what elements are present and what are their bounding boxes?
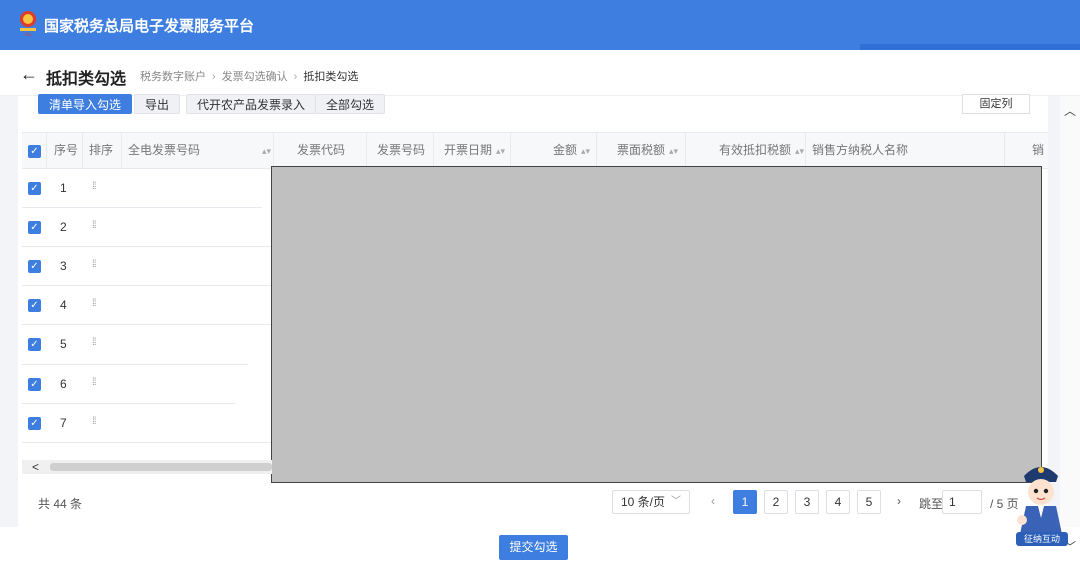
- column-header-invoice-no: 发票号码: [377, 143, 426, 157]
- page-button-1[interactable]: 1: [733, 490, 757, 514]
- column-header-label: 金额: [553, 143, 578, 157]
- next-page-icon[interactable]: ›: [897, 494, 901, 508]
- assistant-label[interactable]: 征纳互动: [1016, 532, 1068, 546]
- breadcrumb-current: 抵扣类勾选: [303, 71, 359, 83]
- column-divider: [685, 133, 686, 168]
- drag-handle-icon[interactable]: ⁞⁞: [92, 220, 96, 231]
- drag-handle-icon[interactable]: ⁞⁞: [92, 416, 96, 427]
- agri-invoice-entry-button[interactable]: 代开农产品发票录入: [186, 94, 317, 114]
- column-header-issue-date[interactable]: 开票日期 ▴▾: [444, 133, 505, 168]
- row-checkbox[interactable]: ✓: [28, 299, 41, 312]
- column-header-index: 序号: [54, 143, 79, 157]
- row-checkbox[interactable]: ✓: [28, 338, 41, 351]
- table-header: ✓ 序号 排序 全电发票号码 ▴▾ 发票代码 发票号码 开票日期 ▴▾ 金额 ▴▾ …: [22, 132, 1048, 169]
- row-index: 3: [60, 259, 67, 273]
- fixed-columns-button[interactable]: 固定列: [962, 94, 1030, 114]
- sort-icon[interactable]: ▴▾: [258, 133, 271, 168]
- drag-handle-icon[interactable]: ⁞⁞: [92, 298, 96, 309]
- column-header-label: 有效抵扣税额: [719, 143, 792, 157]
- column-header-label: 票面税额: [617, 143, 666, 157]
- sort-icon: ▴▾: [581, 146, 591, 156]
- page-title: 抵扣类勾选: [46, 71, 127, 88]
- svg-text:Tax: Tax: [24, 32, 32, 37]
- sort-icon: ▴▾: [795, 146, 805, 156]
- sort-icon: ▴▾: [496, 146, 506, 156]
- row-checkbox[interactable]: ✓: [28, 417, 41, 430]
- column-divider: [433, 133, 434, 168]
- row-checkbox[interactable]: ✓: [28, 378, 41, 391]
- column-header-tax[interactable]: 票面税额 ▴▾: [617, 133, 678, 168]
- chevron-down-icon: ﹀: [671, 496, 681, 507]
- jump-page-input[interactable]: 1: [942, 490, 982, 514]
- column-divider: [46, 133, 47, 168]
- submit-selection-button[interactable]: 提交勾选: [499, 535, 568, 560]
- page-size-value: 10 条/页: [621, 495, 666, 509]
- import-list-button[interactable]: 清单导入勾选: [38, 94, 133, 114]
- row-index: 4: [60, 298, 67, 312]
- column-divider: [121, 133, 122, 168]
- column-header-seller-name: 销售方纳税人名称: [812, 143, 909, 157]
- drag-handle-icon[interactable]: ⁞⁞: [92, 259, 96, 270]
- column-divider: [805, 133, 806, 168]
- chevron-left-icon[interactable]: <: [32, 460, 39, 474]
- row-index: 5: [60, 337, 67, 351]
- row-index: 2: [60, 220, 67, 234]
- breadcrumb: 税务数字账户 › 发票勾选确认 › 抵扣类勾选: [140, 68, 358, 84]
- chevron-right-icon: ›: [212, 71, 216, 83]
- row-index: 7: [60, 416, 67, 430]
- chevron-up-icon[interactable]: ︿: [1064, 102, 1076, 119]
- total-count: 共 44 条: [38, 497, 83, 511]
- drag-handle-icon[interactable]: ⁞⁞: [92, 337, 96, 348]
- page-size-select[interactable]: 10 条/页 ﹀: [612, 490, 690, 514]
- row-divider: [22, 246, 272, 247]
- drag-handle-icon[interactable]: ⁞⁞: [92, 181, 96, 192]
- export-button[interactable]: 导出: [134, 94, 181, 114]
- sort-icon: ▴▾: [669, 146, 679, 156]
- select-all-button[interactable]: 全部勾选: [315, 94, 386, 114]
- row-divider: [22, 403, 236, 404]
- row-checkbox[interactable]: ✓: [28, 260, 41, 273]
- row-divider: [22, 324, 272, 325]
- app-title: 国家税务总局电子发票服务平台: [44, 18, 255, 35]
- row-divider: [22, 285, 272, 286]
- page-button-2[interactable]: 2: [764, 490, 788, 514]
- column-header-seller-truncated: 销: [1032, 143, 1045, 157]
- column-header-amount[interactable]: 金额 ▴▾: [553, 133, 590, 168]
- horizontal-scrollbar[interactable]: <: [22, 460, 272, 474]
- prev-page-icon[interactable]: ‹: [711, 494, 715, 508]
- row-index: 1: [60, 181, 67, 195]
- row-divider: [22, 364, 248, 365]
- jump-label: 跳至: [919, 497, 944, 511]
- column-divider: [596, 133, 597, 168]
- row-divider: [22, 442, 272, 443]
- column-divider: [273, 133, 274, 168]
- tax-emblem-icon: Tax: [20, 11, 36, 37]
- row-checkbox[interactable]: ✓: [28, 182, 41, 195]
- row-index: 6: [60, 377, 67, 391]
- column-divider: [82, 133, 83, 168]
- column-header-label: 开票日期: [444, 143, 493, 157]
- row-checkbox[interactable]: ✓: [28, 221, 41, 234]
- page-button-3[interactable]: 3: [795, 490, 819, 514]
- column-header-einvoice-no[interactable]: 全电发票号码: [128, 133, 200, 168]
- breadcrumb-item[interactable]: 发票勾选确认: [222, 71, 288, 83]
- column-divider: [366, 133, 367, 168]
- page-button-5[interactable]: 5: [857, 490, 881, 514]
- column-divider: [510, 133, 511, 168]
- column-header-label: 全电发票号码: [128, 143, 201, 157]
- drag-handle-icon[interactable]: ⁞⁞: [92, 377, 96, 388]
- breadcrumb-item[interactable]: 税务数字账户: [140, 71, 206, 83]
- column-header-invoice-code: 发票代码: [297, 143, 346, 157]
- row-divider: [22, 207, 262, 208]
- redacted-area: [271, 166, 1042, 483]
- column-header-deductible-tax[interactable]: 有效抵扣税额 ▴▾: [719, 133, 804, 168]
- page-button-4[interactable]: 4: [826, 490, 850, 514]
- column-header-order: 排序: [89, 143, 114, 157]
- arrow-left-icon[interactable]: ←: [20, 64, 38, 85]
- chevron-right-icon: ›: [293, 71, 298, 83]
- scrollbar-thumb[interactable]: [50, 463, 272, 471]
- header-checkbox[interactable]: ✓: [28, 144, 41, 158]
- column-divider: [1004, 133, 1005, 168]
